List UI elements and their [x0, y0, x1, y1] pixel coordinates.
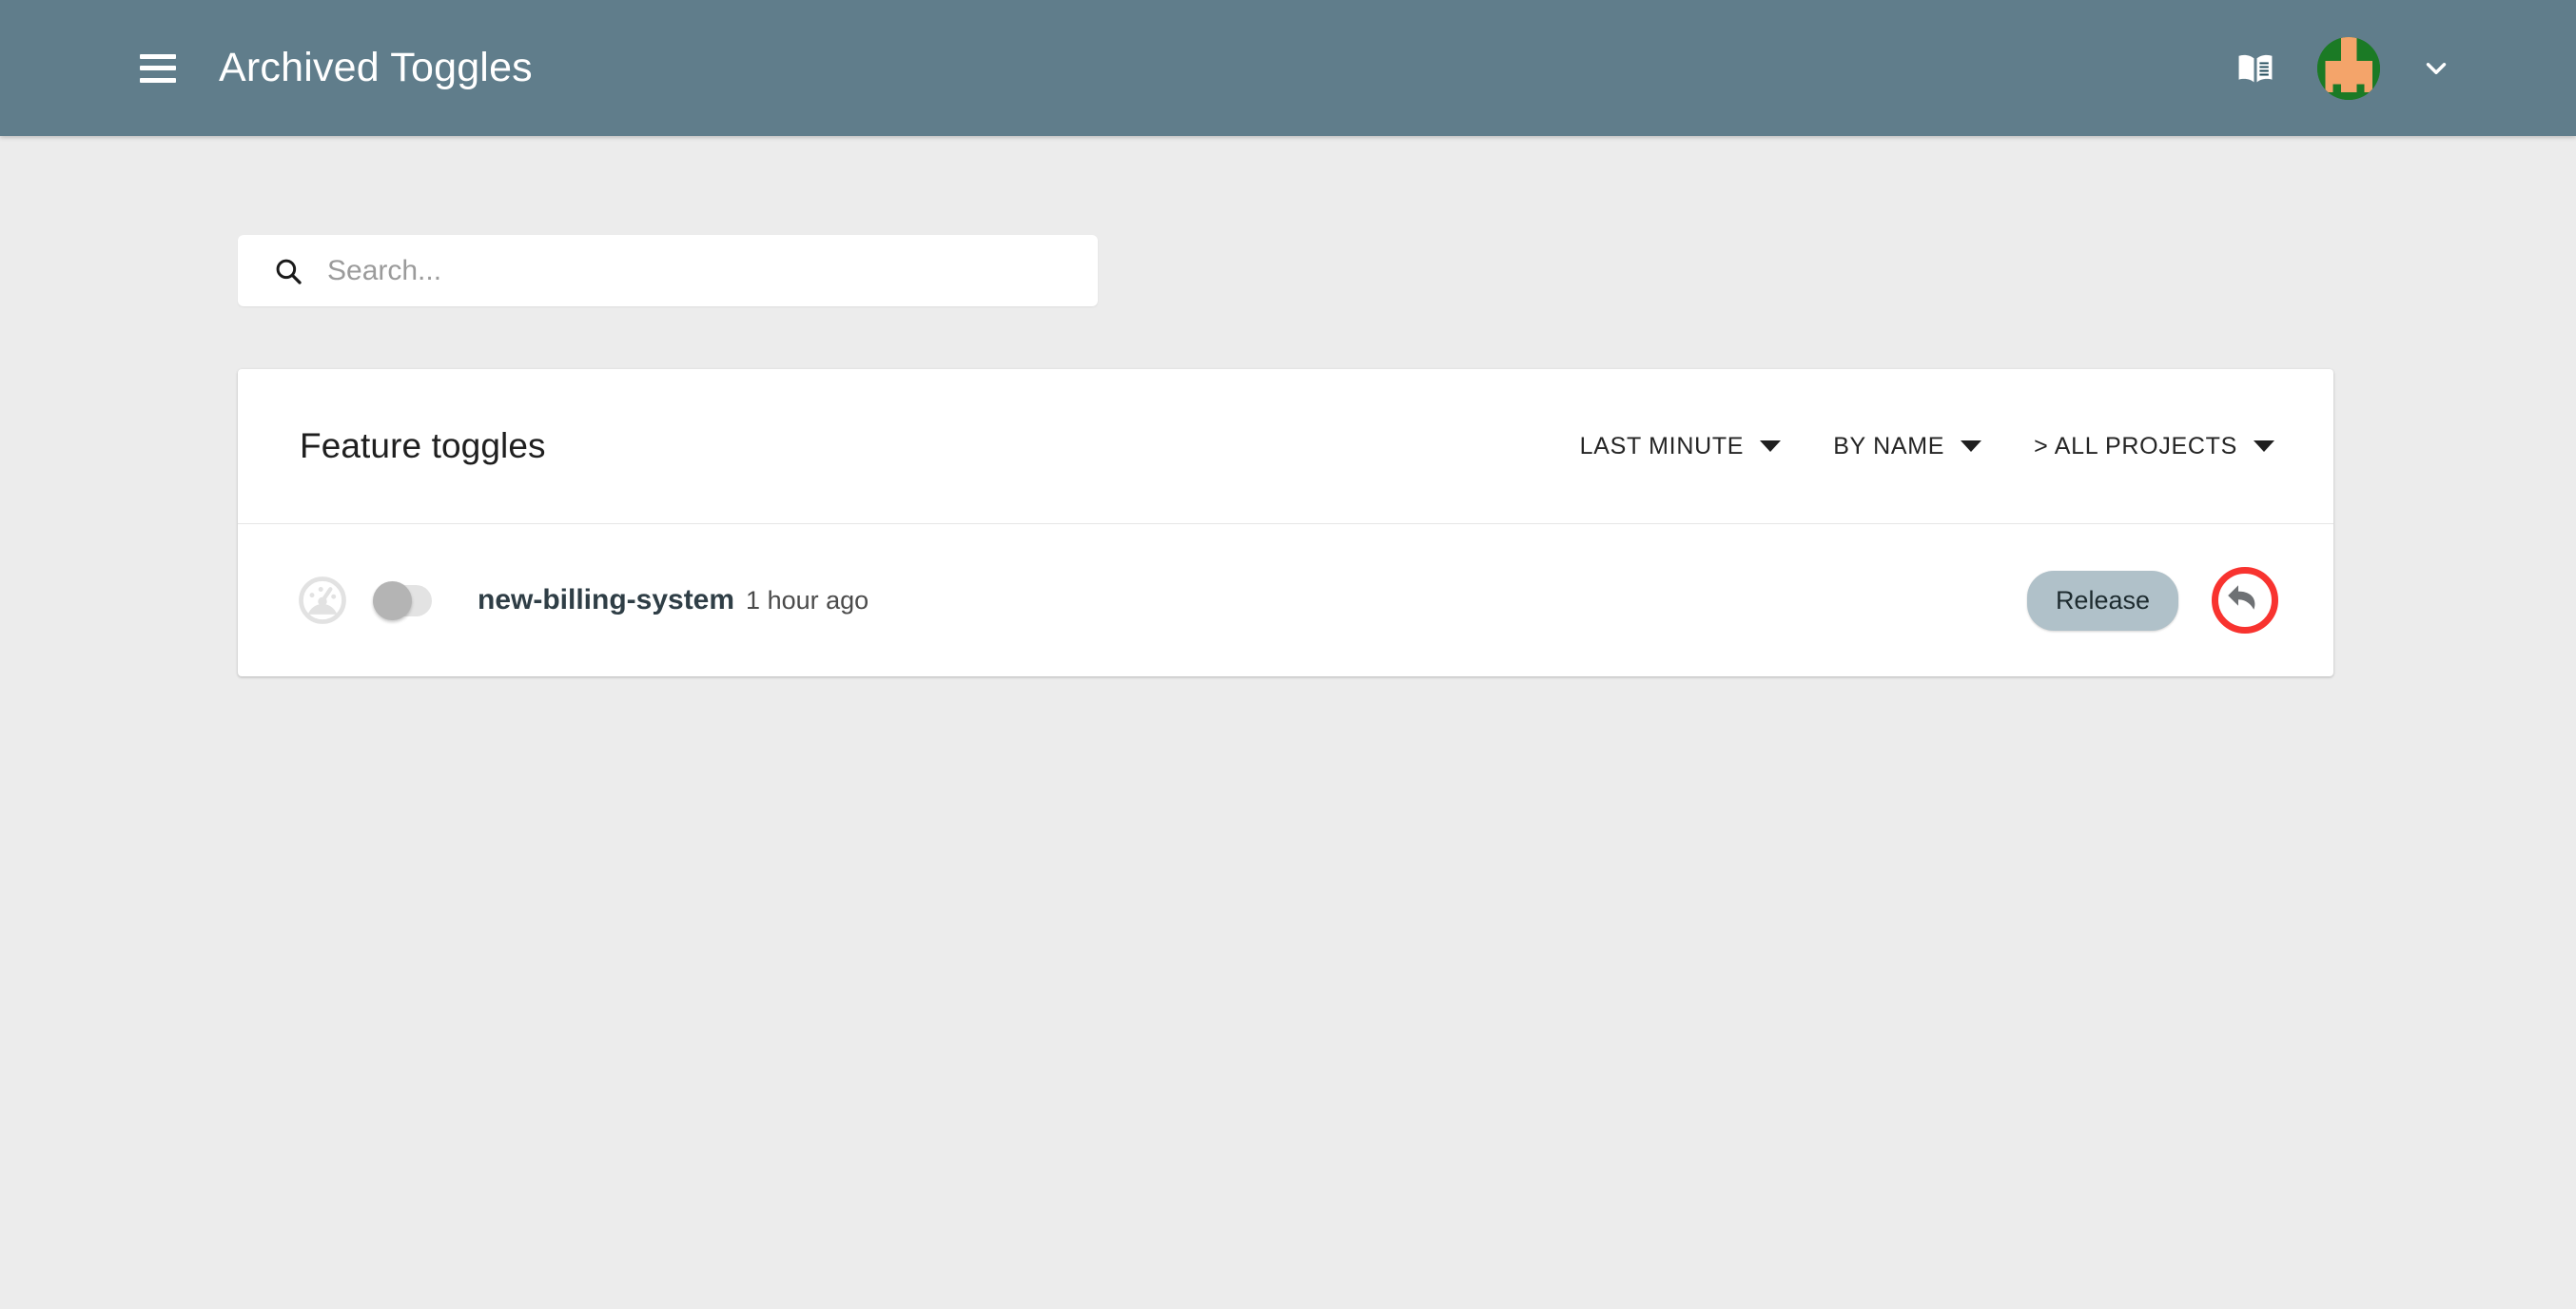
hamburger-bar — [140, 53, 176, 59]
search-bar[interactable] — [238, 235, 1098, 306]
filter-group: LAST MINUTE BY NAME > ALL PROJECTS — [1580, 433, 2274, 460]
avatar[interactable] — [2317, 36, 2380, 100]
search-input[interactable] — [327, 254, 1098, 287]
toggle-switch[interactable] — [373, 580, 432, 620]
caret-down-icon — [2254, 440, 2274, 452]
gauge-icon[interactable] — [297, 575, 348, 626]
toggle-timestamp: 1 hour ago — [746, 585, 869, 615]
toggle-list: new-billing-system 1 hour ago Release — [238, 524, 2333, 676]
feature-toggles-card: Feature toggles LAST MINUTE BY NAME > AL… — [238, 369, 2333, 676]
page-content: Feature toggles LAST MINUTE BY NAME > AL… — [0, 136, 2576, 1309]
filter-by-name-label: BY NAME — [1833, 432, 1945, 459]
app-bar: Archived Toggles — [0, 0, 2576, 136]
filter-last-minute[interactable]: LAST MINUTE — [1580, 433, 1782, 460]
hamburger-menu-icon[interactable] — [140, 53, 176, 83]
chevron-down-icon[interactable] — [2420, 52, 2452, 85]
filter-by-name[interactable]: BY NAME — [1833, 432, 1982, 460]
undo-arrow-icon — [2222, 577, 2268, 623]
caret-down-icon — [1961, 440, 1982, 452]
table-row: new-billing-system 1 hour ago Release — [238, 524, 2333, 676]
caret-down-icon — [1760, 440, 1782, 452]
filter-last-minute-label: LAST MINUTE — [1579, 432, 1745, 459]
app-bar-right — [2234, 0, 2452, 136]
revert-button[interactable] — [2209, 564, 2281, 636]
toggle-switch-thumb — [373, 580, 412, 620]
toggle-name[interactable]: new-billing-system — [478, 584, 734, 616]
card-title: Feature toggles — [300, 426, 546, 465]
filter-all-projects-label: > ALL PROJECTS — [2034, 432, 2237, 459]
status-badge[interactable]: Release — [2026, 570, 2178, 631]
app-bar-left: Archived Toggles — [140, 48, 533, 88]
page-title: Archived Toggles — [219, 45, 533, 90]
hamburger-bar — [140, 77, 176, 83]
hamburger-bar — [140, 66, 176, 70]
search-icon — [272, 255, 304, 287]
filter-all-projects[interactable]: > ALL PROJECTS — [2034, 433, 2274, 460]
book-icon[interactable] — [2234, 47, 2277, 90]
card-header: Feature toggles LAST MINUTE BY NAME > AL… — [238, 369, 2333, 524]
